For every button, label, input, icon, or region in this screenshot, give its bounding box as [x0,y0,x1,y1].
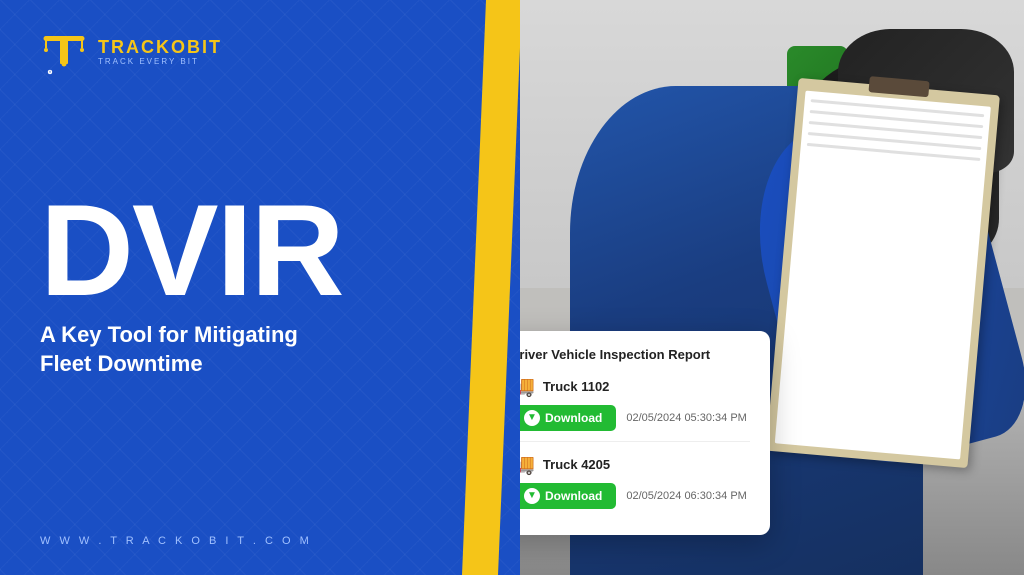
truck-label-1: Truck 1102 [543,379,610,394]
timestamp-1: 02/05/2024 05:30:34 PM [626,412,746,424]
download-button-2[interactable]: ▼ Download [520,483,616,509]
report-entry-1: 🚚 Truck 1102 ▼ Download 02/05/2024 05:30… [520,374,750,431]
right-panel: Driver Vehicle Inspection Report 🚚 Truck… [520,0,1024,575]
report-entry-2: 🚚 Truck 4205 ▼ Download 02/05/2024 06:30… [520,441,750,509]
truck-icon-2: 🚚 [520,452,535,477]
website-label: W W W . T R A C K O B I T . C O M [40,535,480,547]
truck-label-2: Truck 4205 [543,457,610,472]
logo-area: ® TRACKOBIT TRACK EVERY BIT [40,28,480,76]
clipboard-paper [775,91,991,460]
truck-row-2: 🚚 Truck 4205 [520,452,750,477]
hero-subtitle: A Key Tool for Mitigating Fleet Downtime [40,321,480,378]
truck-icon-1: 🚚 [520,374,535,399]
timestamp-2: 02/05/2024 06:30:34 PM [626,490,746,502]
dvir-title: DVIR [40,192,480,309]
logo-name: TRACKOBIT [98,38,222,58]
clipboard-shape [766,78,999,468]
download-icon-1: ▼ [524,410,540,426]
logo-icon: ® [40,28,88,76]
report-card: Driver Vehicle Inspection Report 🚚 Truck… [520,331,770,535]
main-text: DVIR A Key Tool for Mitigating Fleet Dow… [40,192,480,418]
logo-text: TRACKOBIT TRACK EVERY BIT [98,38,222,67]
download-row-2: ▼ Download 02/05/2024 06:30:34 PM [520,483,750,509]
download-button-1[interactable]: ▼ Download [520,405,616,431]
report-card-title: Driver Vehicle Inspection Report [520,347,750,362]
truck-row-1: 🚚 Truck 1102 [520,374,750,399]
logo-tagline: TRACK EVERY BIT [98,57,222,66]
svg-text:®: ® [49,71,51,74]
download-icon-2: ▼ [524,488,540,504]
download-row-1: ▼ Download 02/05/2024 05:30:34 PM [520,405,750,431]
page-container: ® TRACKOBIT TRACK EVERY BIT DVIR A Key T… [0,0,1024,575]
left-panel: ® TRACKOBIT TRACK EVERY BIT DVIR A Key T… [0,0,520,575]
